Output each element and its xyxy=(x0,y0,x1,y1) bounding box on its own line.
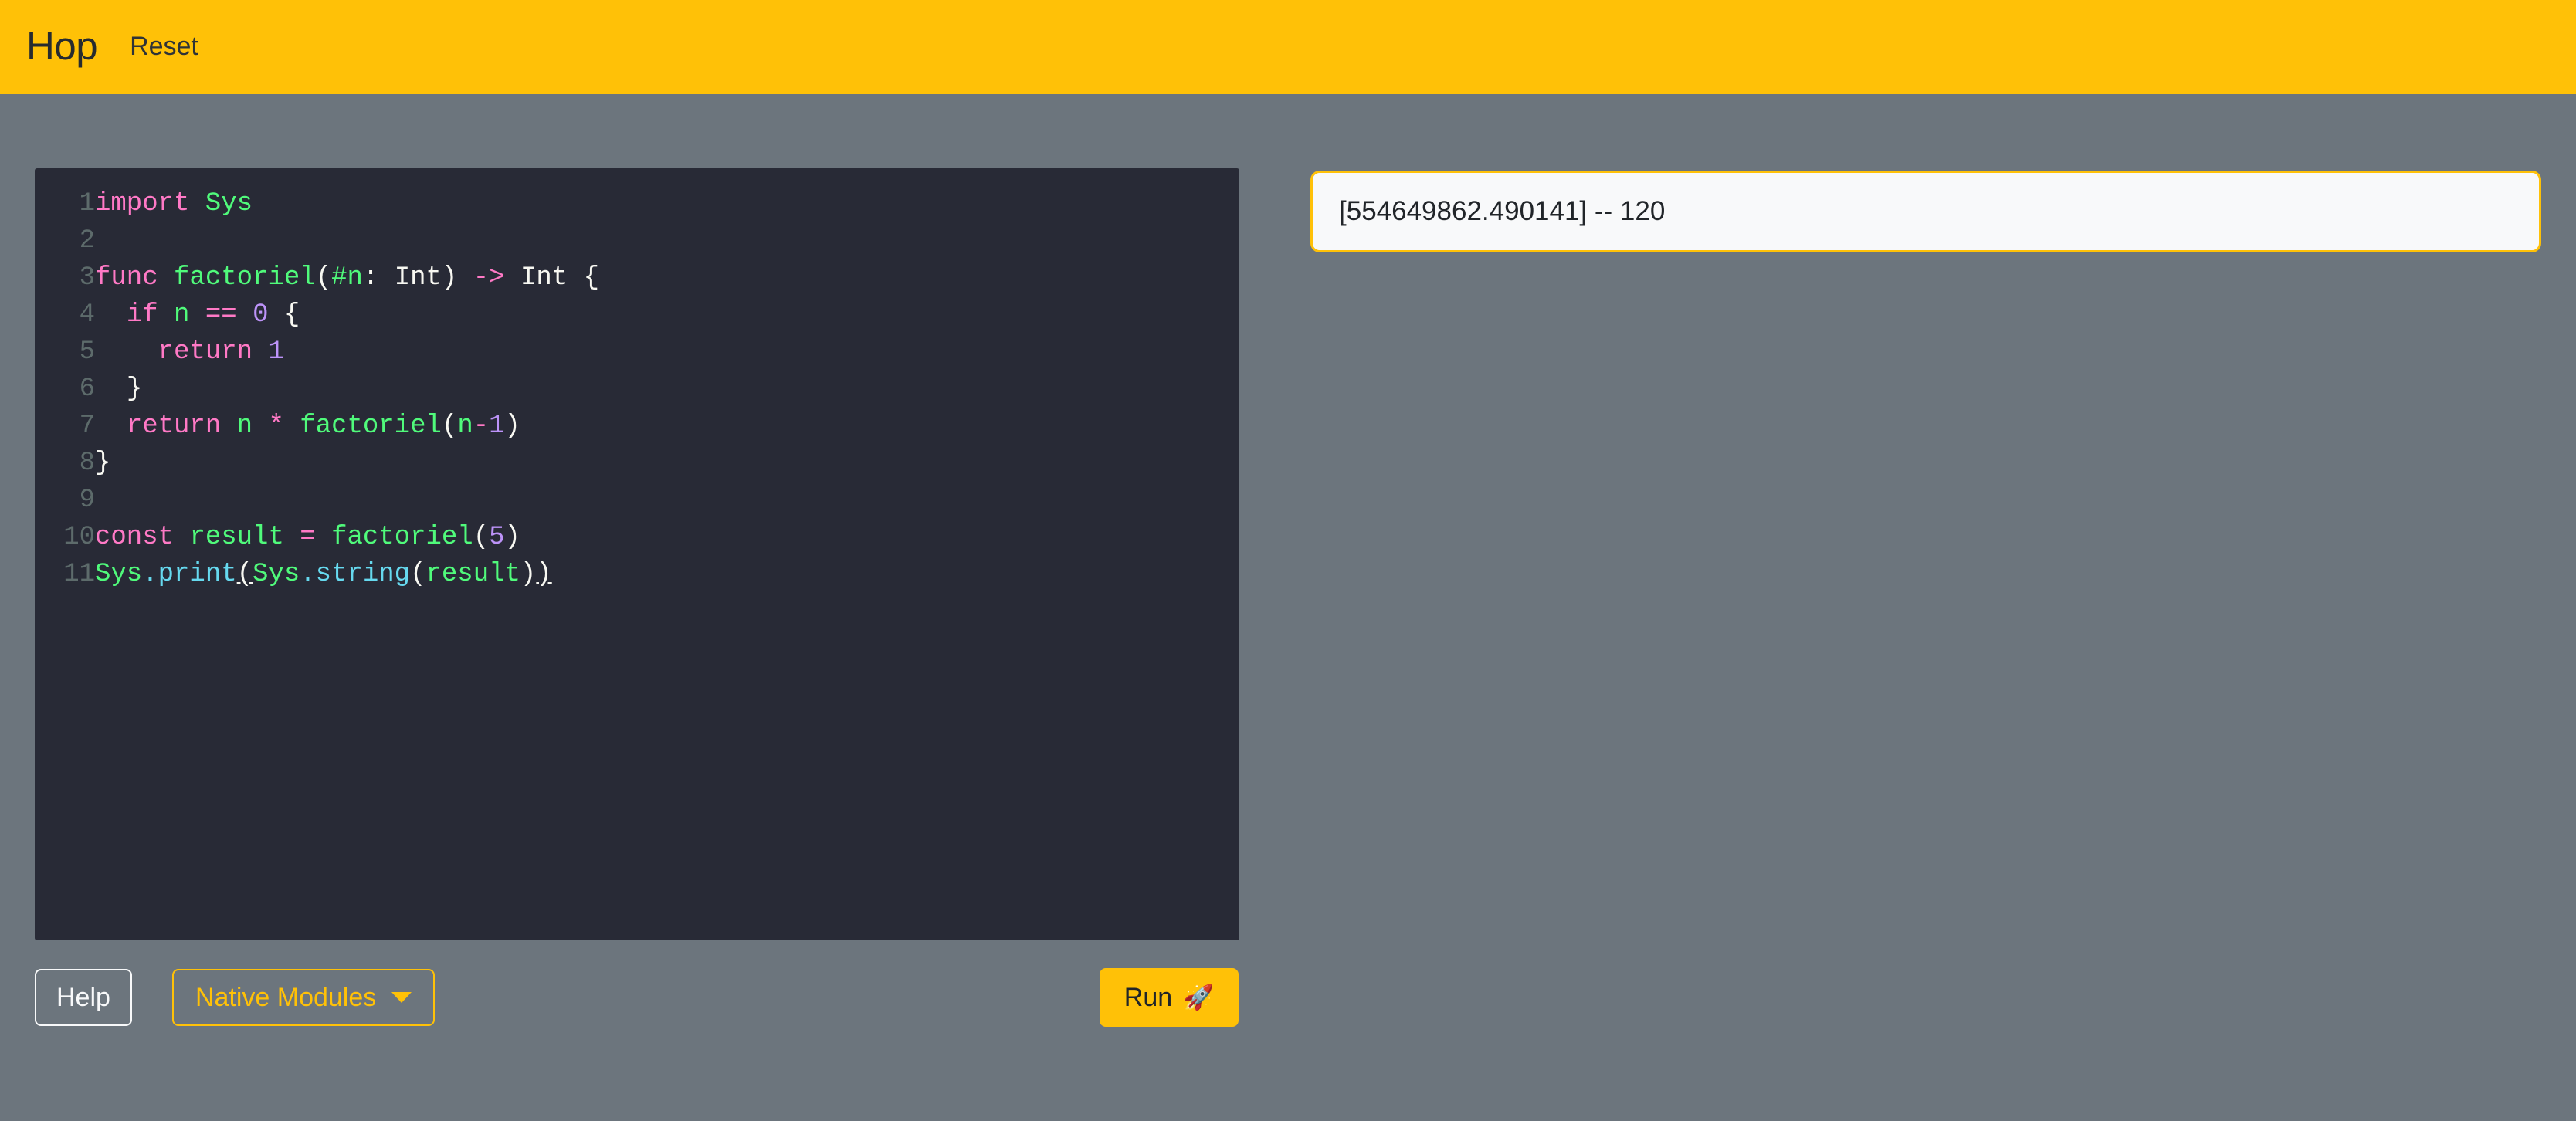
code-line: 9 xyxy=(35,482,1239,519)
run-button-label: Run xyxy=(1124,983,1173,1012)
line-content[interactable]: import Sys xyxy=(95,185,1239,222)
line-number: 10 xyxy=(63,523,95,552)
app-brand[interactable]: Hop xyxy=(26,26,98,69)
line-content[interactable]: } xyxy=(95,445,1239,482)
line-content[interactable]: return n * factoriel(n-1) xyxy=(95,408,1239,445)
line-content[interactable] xyxy=(95,482,1239,519)
line-number: 8 xyxy=(79,449,95,478)
code-line: 7 return n * factoriel(n-1) xyxy=(35,408,1239,445)
help-button[interactable]: Help xyxy=(35,969,132,1026)
line-content[interactable]: } xyxy=(95,371,1239,408)
line-number: 7 xyxy=(79,411,95,441)
output-column: [554649862.490141] -- 120 xyxy=(1310,168,2541,252)
line-content[interactable]: if n == 0 { xyxy=(95,296,1239,334)
code-line: 5 return 1 xyxy=(35,334,1239,371)
code-line: 10 const result = factoriel(5) xyxy=(35,519,1239,556)
line-number: 2 xyxy=(79,226,95,256)
line-number: 6 xyxy=(79,374,95,404)
line-content[interactable]: Sys.print(Sys.string(result)) xyxy=(95,556,1239,593)
reset-link[interactable]: Reset xyxy=(130,32,198,63)
main-content: 1 import Sys 2 3 func factoriel(#n: Int)… xyxy=(0,94,2576,1028)
code-line: 6 } xyxy=(35,371,1239,408)
top-navbar: Hop Reset xyxy=(0,0,2576,94)
line-number: 5 xyxy=(79,337,95,367)
code-line: 8 } xyxy=(35,445,1239,482)
editor-column: 1 import Sys 2 3 func factoriel(#n: Int)… xyxy=(35,168,1239,1028)
rocket-icon: 🚀 xyxy=(1183,984,1214,1011)
native-modules-label: Native Modules xyxy=(195,983,377,1012)
code-editor[interactable]: 1 import Sys 2 3 func factoriel(#n: Int)… xyxy=(35,168,1239,940)
line-content[interactable]: const result = factoriel(5) xyxy=(95,519,1239,556)
line-number: 4 xyxy=(79,300,95,330)
line-number: 1 xyxy=(79,189,95,218)
line-number: 3 xyxy=(79,263,95,293)
native-modules-dropdown[interactable]: Native Modules xyxy=(171,969,436,1026)
code-line: 4 if n == 0 { xyxy=(35,296,1239,334)
code-line: 2 xyxy=(35,222,1239,259)
output-text: [554649862.490141] -- 120 xyxy=(1339,196,1666,226)
chevron-down-icon xyxy=(391,992,412,1003)
run-button[interactable]: Run 🚀 xyxy=(1099,968,1239,1027)
code-lines: 1 import Sys 2 3 func factoriel(#n: Int)… xyxy=(35,185,1239,593)
line-number: 11 xyxy=(63,560,95,589)
output-panel[interactable]: [554649862.490141] -- 120 xyxy=(1310,171,2541,252)
code-line: 3 func factoriel(#n: Int) -> Int { xyxy=(35,259,1239,296)
code-line: 1 import Sys xyxy=(35,185,1239,222)
line-number: 9 xyxy=(79,486,95,515)
editor-toolbar: Help Native Modules Run 🚀 xyxy=(35,967,1239,1028)
line-content[interactable]: return 1 xyxy=(95,334,1239,371)
line-content[interactable] xyxy=(95,222,1239,259)
line-content[interactable]: func factoriel(#n: Int) -> Int { xyxy=(95,259,1239,296)
code-line: 11 Sys.print(Sys.string(result)) xyxy=(35,556,1239,593)
